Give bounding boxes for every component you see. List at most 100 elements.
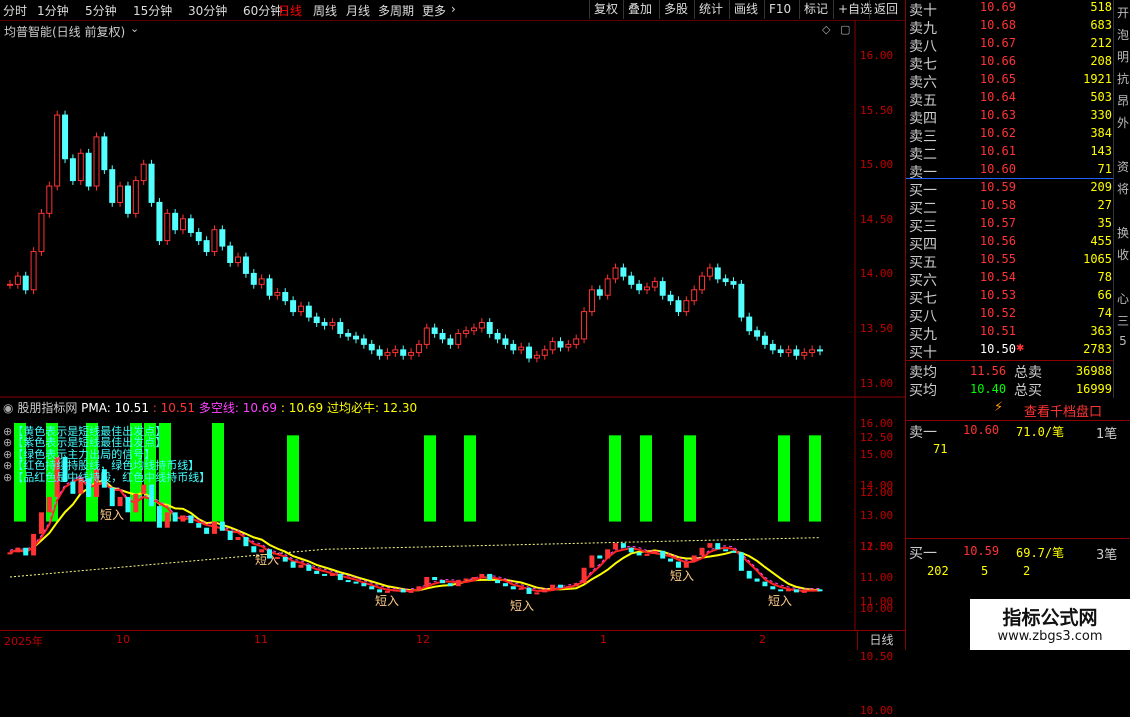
buy1-detail: 2 <box>1023 564 1031 578</box>
period-daily[interactable]: 日线 <box>278 2 302 19</box>
candle-body <box>93 136 100 187</box>
stats-button[interactable]: 统计 <box>694 0 727 19</box>
sell-level-row[interactable]: 卖六 10.65 1921 <box>906 72 1114 91</box>
indicator-candle <box>180 515 186 522</box>
period-intraday[interactable]: 分时 <box>3 2 27 19</box>
candle-body <box>754 330 761 337</box>
level-price: 10.68 <box>979 18 1016 32</box>
window-icon[interactable]: ▢ <box>840 23 850 36</box>
mark-button[interactable]: 标记 <box>799 0 832 19</box>
candle-body <box>628 275 635 285</box>
sell-level-row[interactable]: 卖七 10.66 208 <box>906 54 1114 73</box>
buy-level-row[interactable]: 买三 10.57 35 <box>906 216 1114 235</box>
level-volume: 209 <box>1090 180 1112 194</box>
candle-body <box>746 316 753 332</box>
period-15min[interactable]: 15分钟 <box>133 2 172 19</box>
buy-level-row[interactable]: 买十 10.50 ✱ 2783 <box>906 342 1114 361</box>
sell-level-row[interactable]: 卖五 10.64 503 <box>906 90 1114 109</box>
level-volume: 35 <box>1097 216 1112 230</box>
level-price: 10.56 <box>979 234 1016 248</box>
candle-body <box>172 212 179 231</box>
diamond-icon[interactable]: ◇ <box>822 23 830 36</box>
buy-level-row[interactable]: 买二 10.58 27 <box>906 198 1114 217</box>
candle-body <box>581 311 588 340</box>
level-price: 10.53 <box>979 288 1016 302</box>
level-label: 买二 <box>909 201 937 217</box>
buy-level-row[interactable]: 买五 10.55 1065 <box>906 252 1114 271</box>
indicator-name[interactable]: 股朋指标网 <box>17 401 77 415</box>
sell-level-row[interactable]: 卖八 10.67 212 <box>906 36 1114 55</box>
level-volume: 1921 <box>1083 72 1112 86</box>
buy-level-row[interactable]: 买七 10.53 66 <box>906 288 1114 307</box>
sell1-price: 10.60 <box>963 423 1000 437</box>
multi-stock-button[interactable]: 多股 <box>659 0 692 19</box>
adjust-button[interactable]: 复权 <box>589 0 622 19</box>
candle-body <box>565 343 572 348</box>
indicator-candle <box>290 561 296 568</box>
period-60min[interactable]: 60分钟 <box>243 2 282 19</box>
candle-body <box>329 322 336 326</box>
signal-bar <box>212 423 224 522</box>
indicator-candle <box>306 564 312 571</box>
time-tick: 1 <box>600 633 607 646</box>
candle-body <box>667 294 674 302</box>
order-book: 卖十 10.69 518 卖九 10.68 683 卖八 10.67 212 卖七 10.66 208… <box>905 0 1114 399</box>
indicator-candle <box>581 567 587 584</box>
line3-value: : 10.69 <box>280 401 324 415</box>
period-weekly[interactable]: 周线 <box>313 2 337 19</box>
level-label: 买六 <box>909 273 937 289</box>
period-1min[interactable]: 1分钟 <box>37 2 69 19</box>
divider <box>906 538 1130 539</box>
sell-level-row[interactable]: 卖四 10.63 330 <box>906 108 1114 127</box>
level-price: 10.57 <box>979 216 1016 230</box>
indicator-candle <box>392 589 398 592</box>
candle-body <box>392 349 399 354</box>
indicator-candle <box>668 558 674 562</box>
view-depth-button[interactable]: 查看千档盘口 <box>1024 401 1102 420</box>
back-button[interactable]: 返回 <box>869 0 902 19</box>
chevron-down-icon[interactable]: ⌄ <box>130 22 139 35</box>
sell-level-row[interactable]: 卖二 10.61 143 <box>906 144 1114 163</box>
candle-body <box>793 349 800 356</box>
buy-level-row[interactable]: 买一 10.59 209 <box>906 180 1114 199</box>
indicator-chart[interactable]: 短入 短入 短入 短入 短入 短入 ◉ 股朋指标网 PMA: 10.51 : 10.51 … <box>0 398 905 630</box>
candle-body <box>164 212 171 242</box>
candle-body <box>463 330 470 334</box>
candle-body <box>368 343 375 351</box>
period-monthly[interactable]: 月线 <box>346 2 370 19</box>
buy-level-row[interactable]: 买六 10.54 78 <box>906 270 1114 289</box>
buy-level-row[interactable]: 买九 10.51 363 <box>906 324 1114 343</box>
f10-button[interactable]: F10 <box>764 0 795 19</box>
candle-body <box>7 283 13 286</box>
level-price: 10.67 <box>979 36 1016 50</box>
period-5min[interactable]: 5分钟 <box>85 2 117 19</box>
overlay-button[interactable]: 叠加 <box>623 0 656 19</box>
candle-body <box>604 278 611 296</box>
indicator-candle <box>243 536 249 547</box>
strip-char: 开 <box>1116 6 1129 20</box>
sell-level-row[interactable]: 卖三 10.62 384 <box>906 126 1114 145</box>
indicator-candle <box>793 589 799 593</box>
candle-body <box>549 341 556 351</box>
indicator-candle <box>471 577 477 579</box>
sell-level-row[interactable]: 卖十 10.69 518 <box>906 0 1114 19</box>
period-more[interactable]: 更多 <box>422 2 446 19</box>
candle-body <box>408 352 415 356</box>
level-label: 卖五 <box>909 93 937 109</box>
main-chart[interactable]: 均普智能(日线 前复权) ⌄ ◇ ▢ 16.00 15.50 15.00 14.50 1… <box>0 20 905 717</box>
time-tick: 2 <box>759 633 766 646</box>
level-label: 卖八 <box>909 39 937 55</box>
buy-level-row[interactable]: 买八 10.52 74 <box>906 306 1114 325</box>
period-30min[interactable]: 30分钟 <box>188 2 227 19</box>
period-multi[interactable]: 多周期 <box>378 2 414 19</box>
buy-level-row[interactable]: 买四 10.56 455 <box>906 234 1114 253</box>
chevron-right-icon[interactable]: › <box>451 2 456 16</box>
settings-circle-icon[interactable]: ◉ <box>3 401 13 415</box>
level-volume: 683 <box>1090 18 1112 32</box>
draw-line-button[interactable]: 画线 <box>729 0 762 19</box>
side-info-strip[interactable]: 开泡明抗昂外资将换收心三 5 <box>1113 0 1130 398</box>
sell-level-row[interactable]: 卖九 10.68 683 <box>906 18 1114 37</box>
candle-body <box>282 292 289 302</box>
period-badge[interactable]: 日线 <box>857 631 905 650</box>
candle-body <box>761 335 768 345</box>
